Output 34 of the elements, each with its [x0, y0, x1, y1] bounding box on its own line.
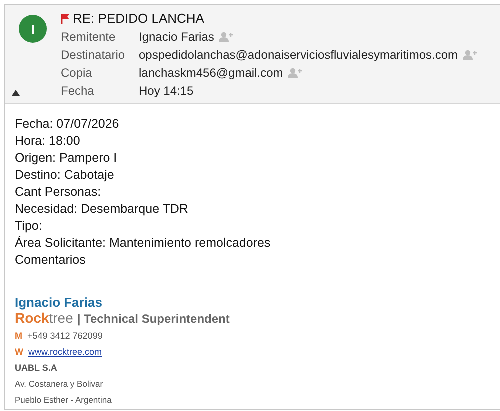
body-line: Tipo: — [15, 218, 44, 235]
add-contact-icon[interactable] — [463, 50, 478, 60]
body-line: Necesidad: Desembarque TDR — [15, 201, 190, 218]
contact-key: M — [15, 328, 22, 344]
body-line: Destino: Cabotaje — [15, 167, 116, 184]
sender-avatar: I — [19, 15, 47, 43]
body-line: Área Solicitante: Mantenimiento remolcadores — [15, 235, 272, 252]
flag-icon[interactable] — [61, 14, 70, 24]
body-line: Comentarios — [15, 252, 87, 269]
field-value: opspedidolanchas@adonaiserviciosfluvialesymaritimos.com — [139, 48, 458, 62]
body-line: Origen: Pampero I — [15, 150, 118, 167]
signature-name: Ignacio Farias — [15, 295, 104, 310]
collapse-icon[interactable] — [12, 90, 20, 96]
address-line: Av. Costanera y Bolivar — [15, 378, 104, 391]
field-value: Ignacio Farias — [139, 30, 214, 44]
address-line: Pueblo Esther - Argentina — [15, 394, 113, 407]
field-label: Remitente — [61, 30, 117, 44]
job-title: | Technical Superintendent — [77, 311, 230, 328]
field-label: Copia — [61, 66, 94, 80]
field-value: Hoy 14:15 — [139, 84, 194, 98]
body-line: Hora: 18:00 — [15, 133, 82, 150]
add-contact-icon[interactable] — [219, 32, 234, 42]
contact-key: W — [15, 344, 24, 360]
phone-number: +549 3412 762099 — [28, 330, 103, 343]
field-value: lanchaskm456@gmail.com — [139, 66, 284, 80]
field-label: Fecha — [61, 84, 96, 98]
body-line: Fecha: 07/07/2026 — [15, 116, 120, 133]
brand-name: Rocktree — [15, 310, 74, 327]
email-subject: RE: PEDIDO LANCHA — [73, 11, 204, 26]
website-link[interactable]: www.rocktree.com — [28, 344, 102, 360]
company-name: UABL S.A — [15, 362, 58, 375]
field-label: Destinatario — [61, 48, 126, 62]
body-line: Cant Personas: — [15, 184, 102, 201]
add-contact-icon[interactable] — [288, 68, 304, 78]
